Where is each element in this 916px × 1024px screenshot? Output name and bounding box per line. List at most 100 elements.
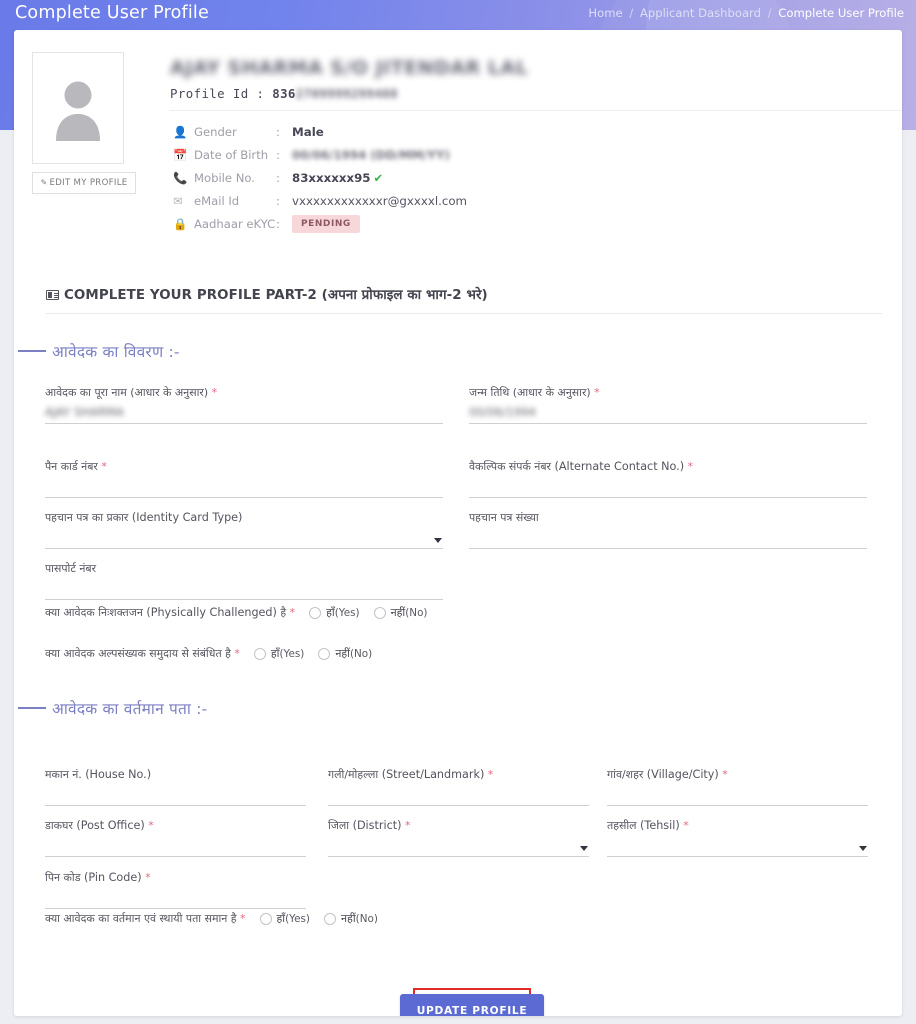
field-underline-alternate-contact <box>469 497 867 498</box>
field-label-identity-card-type-text: पहचान पत्र का प्रकार <box>45 511 128 524</box>
detail-value-mobile: 83xxxxxx95✔ <box>292 166 467 189</box>
field-underline-district <box>328 856 589 857</box>
field-pin-code[interactable]: पिन कोड (Pin Code) * <box>45 871 306 909</box>
field-label-alternate-contact: वैकल्पिक संपर्क नंबर (Alternate Contact … <box>469 460 867 474</box>
radio-circle-no[interactable] <box>318 648 330 660</box>
detail-value-gender: Male <box>292 120 467 143</box>
field-passport-number[interactable]: पासपोर्ट नंबर <box>45 562 443 600</box>
field-underline-post-office <box>45 856 306 857</box>
profile-id-value-masked: 2709999299408 <box>296 86 398 101</box>
field-value-tehsil <box>607 837 868 853</box>
field-district[interactable]: जिला (District) * <box>328 819 589 857</box>
update-profile-highlight: UPDATE PROFILE <box>413 988 531 1016</box>
field-label-pin-code-en: (Pin Code) <box>84 871 142 884</box>
breadcrumb-home[interactable]: Home <box>588 6 622 20</box>
update-profile-button[interactable]: UPDATE PROFILE <box>400 994 545 1017</box>
field-label-passport-number: पासपोर्ट नंबर <box>45 562 443 576</box>
breadcrumb-current: Complete User Profile <box>778 6 904 20</box>
field-label-post-office: डाकघर (Post Office) * <box>45 819 306 833</box>
radio-circle-yes[interactable] <box>309 607 321 619</box>
radio-circle-no[interactable] <box>324 913 336 925</box>
radio-option-same-address-yes[interactable]: हाँ(Yes) <box>260 911 311 926</box>
radio-option-physically-challenged-no[interactable]: नहीं(No) <box>374 605 428 620</box>
breadcrumb-applicant-dashboard[interactable]: Applicant Dashboard <box>640 6 761 20</box>
radio-circle-no[interactable] <box>374 607 386 619</box>
profile-detail-list: 👤 Gender : Male 📅 Date of Birth : 00/06/… <box>170 120 467 235</box>
field-underline-pin-code <box>45 908 306 909</box>
field-underline-passport-number <box>45 599 443 600</box>
field-label-pan-card-text: पैन कार्ड नंबर <box>45 460 98 473</box>
radio-question-physically-challenged-hi: क्या आवेदक निःशक्तजन <box>45 606 143 619</box>
field-identity-card-type[interactable]: पहचान पत्र का प्रकार (Identity Card Type… <box>45 511 443 549</box>
breadcrumb-separator-1: / <box>629 6 633 20</box>
detail-value-email: vxxxxxxxxxxxxr@gxxxxl.com <box>292 189 467 212</box>
radio-option-physically-challenged-yes[interactable]: हाँ(Yes) <box>309 605 360 620</box>
field-identity-card-number[interactable]: पहचान पत्र संख्या <box>469 511 867 549</box>
detail-value-aadhaar-ekyc: PENDING <box>292 212 467 235</box>
chevron-down-icon[interactable] <box>859 846 867 851</box>
radio-group-minority-community[interactable]: क्या आवेदक अल्पसंख्यक समुदाय से संबंधित … <box>45 646 372 661</box>
field-value-district <box>328 837 589 853</box>
field-required-dob: * <box>594 386 600 399</box>
radio-group-physically-challenged[interactable]: क्या आवेदक निःशक्तजन (Physically Challen… <box>45 605 428 620</box>
radio-circle-yes[interactable] <box>260 913 272 925</box>
edit-my-profile-label: EDIT MY PROFILE <box>49 178 127 188</box>
field-label-pin-code: पिन कोड (Pin Code) * <box>45 871 306 885</box>
profile-summary: ✎EDIT MY PROFILE AJAY SHARMA S/O JITENDA… <box>14 30 902 235</box>
section-heading-applicant-details: आवेदक का विवरण :- <box>18 340 180 362</box>
field-tehsil[interactable]: तहसील (Tehsil) * <box>607 819 868 857</box>
field-label-identity-card-type: पहचान पत्र का प्रकार (Identity Card Type… <box>45 511 443 525</box>
edit-my-profile-button[interactable]: ✎EDIT MY PROFILE <box>32 172 136 194</box>
field-label-street-landmark-text: गली/मोहल्ला <box>328 768 378 781</box>
radio-label-same-address-yes: हाँ(Yes) <box>277 911 311 926</box>
field-street-landmark[interactable]: गली/मोहल्ला (Street/Landmark) * <box>328 768 589 806</box>
profile-info-column: AJAY SHARMA S/O JITENDAR LAL Profile Id … <box>136 52 902 235</box>
section-title-divider <box>46 313 882 314</box>
radio-label-same-address-no: नहीं(No) <box>341 911 378 926</box>
field-value-alternate-contact <box>469 478 867 494</box>
radio-group-same-address[interactable]: क्या आवेदक का वर्तमान एवं स्थायी पता समा… <box>45 911 378 926</box>
field-underline-identity-card-number <box>469 548 867 549</box>
radio-circle-yes[interactable] <box>254 648 266 660</box>
field-underline-street-landmark <box>328 805 589 806</box>
lock-icon: 🔒 <box>170 212 194 235</box>
field-label-village-city: गांव/शहर (Village/City) * <box>607 768 868 782</box>
field-underline-house-no <box>45 805 306 806</box>
field-label-street-landmark: गली/मोहल्ला (Street/Landmark) * <box>328 768 589 782</box>
field-dob[interactable]: जन्म तिथि (आधार के अनुसार) * 00/06/1994 <box>469 386 867 424</box>
field-label-district-text: जिला <box>328 819 349 832</box>
breadcrumb-separator-2: / <box>768 6 772 20</box>
field-required-full-name: * <box>212 386 218 399</box>
envelope-icon: ✉ <box>170 189 194 212</box>
radio-option-same-address-no[interactable]: नहीं(No) <box>324 911 378 926</box>
section-lead-line <box>18 350 46 352</box>
field-full-name[interactable]: आवेदक का पूरा नाम (आधार के अनुसार) * AJA… <box>45 386 443 424</box>
field-label-post-office-en: (Post Office) <box>76 819 144 832</box>
field-label-pin-code-text: पिन कोड <box>45 871 81 884</box>
field-label-passport-number-text: पासपोर्ट नंबर <box>45 562 96 575</box>
profile-card: ✎EDIT MY PROFILE AJAY SHARMA S/O JITENDA… <box>14 30 902 1016</box>
field-label-dob-text: जन्म तिथि (आधार के अनुसार) <box>469 386 591 399</box>
radio-option-minority-community-no[interactable]: नहीं(No) <box>318 646 372 661</box>
page-section-title: COMPLETE YOUR PROFILE PART-2 (अपना प्रोफ… <box>46 285 882 313</box>
field-required-post-office: * <box>148 819 154 832</box>
field-post-office[interactable]: डाकघर (Post Office) * <box>45 819 306 857</box>
radio-required-same-address: * <box>240 912 245 925</box>
field-label-full-name-text: आवेदक का पूरा नाम (आधार के अनुसार) <box>45 386 208 399</box>
radio-option-minority-community-yes[interactable]: हाँ(Yes) <box>254 646 305 661</box>
field-value-identity-card-type <box>45 529 443 545</box>
radio-label-minority-community-no: नहीं(No) <box>335 646 372 661</box>
field-value-post-office <box>45 837 306 853</box>
chevron-down-icon[interactable] <box>580 846 588 851</box>
field-village-city[interactable]: गांव/शहर (Village/City) * <box>607 768 868 806</box>
field-pan-card[interactable]: पैन कार्ड नंबर * <box>45 460 443 498</box>
profile-divider <box>170 110 902 111</box>
field-required-pan-card: * <box>101 460 107 473</box>
field-alternate-contact[interactable]: वैकल्पिक संपर्क नंबर (Alternate Contact … <box>469 460 867 498</box>
avatar-column: ✎EDIT MY PROFILE <box>32 52 136 235</box>
field-value-house-no <box>45 786 306 802</box>
field-house-no[interactable]: मकान नं. (House No.) <box>45 768 306 806</box>
radio-question-minority-community: क्या आवेदक अल्पसंख्यक समुदाय से संबंधित … <box>45 646 240 661</box>
section-heading-applicant-details-text: आवेदक का विवरण :- <box>52 343 180 361</box>
chevron-down-icon[interactable] <box>434 538 442 543</box>
